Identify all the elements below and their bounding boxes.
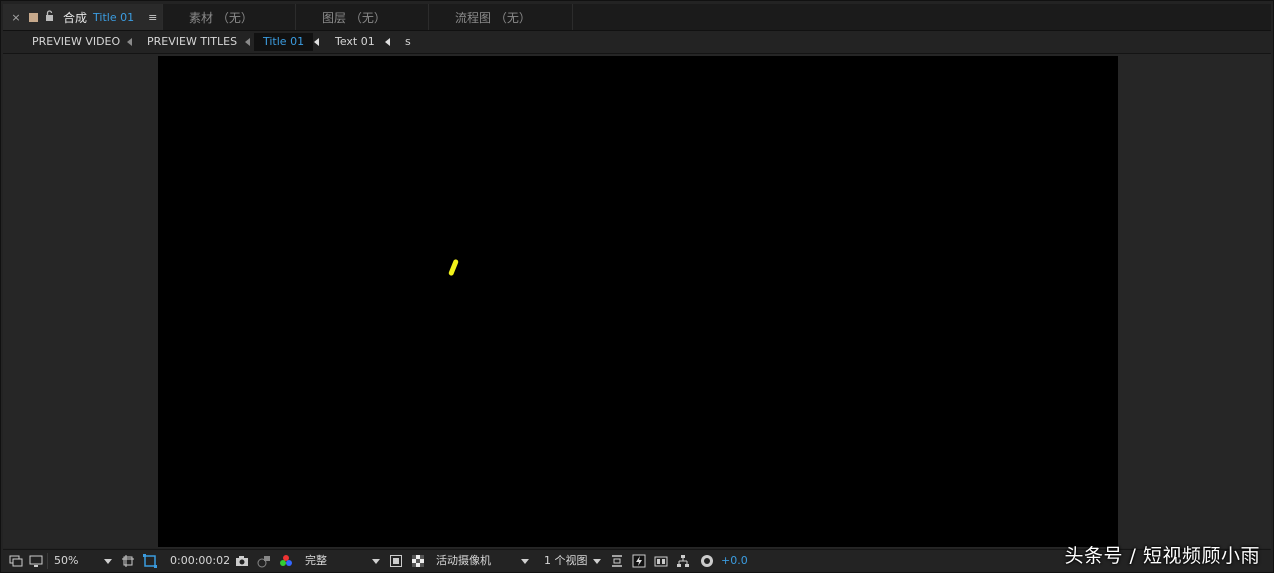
pixel-aspect-icon[interactable] [610, 554, 624, 568]
reset-exposure-icon[interactable] [700, 554, 714, 568]
color-swatch-icon [29, 12, 38, 22]
composition-canvas[interactable] [158, 56, 1118, 547]
composition-breadcrumb: PREVIEW VIDEO PREVIEW TITLES Title 01 Te… [3, 31, 1271, 54]
monitor-icon[interactable] [29, 554, 43, 568]
breadcrumb-arrow-icon [385, 38, 390, 46]
fast-draft-icon[interactable] [632, 554, 646, 568]
toolbar-divider [47, 553, 48, 569]
watermark-text: 头条号 / 短视频顾小雨 [1064, 545, 1260, 567]
checkerboard-icon[interactable] [411, 554, 425, 568]
transparency-grid-icon[interactable] [143, 554, 157, 568]
breadcrumb-text-01[interactable]: Text 01 [326, 33, 384, 51]
breadcrumb-title-01[interactable]: Title 01 [254, 33, 314, 51]
magnification-select[interactable]: 50% [54, 550, 78, 572]
camera-snapshot-icon[interactable] [235, 554, 249, 568]
exposure-value[interactable]: +0.0 [721, 550, 748, 572]
breadcrumb-arrow-icon [127, 38, 132, 46]
tab-composition[interactable]: × 合成 Title 01 ≡ [3, 4, 163, 30]
flowchart-icon[interactable] [676, 554, 690, 568]
tab-label: 素材 （无） [189, 10, 253, 25]
chevron-down-icon[interactable] [593, 559, 601, 564]
chevron-down-icon[interactable] [104, 559, 112, 564]
close-icon[interactable]: × [9, 11, 23, 24]
breadcrumb-arrow-icon [314, 38, 319, 46]
tab-label: 图层 （无） [322, 10, 386, 25]
tab-layer[interactable]: 图层 （无） [296, 4, 429, 30]
composition-viewer[interactable] [3, 54, 1271, 548]
camera-view-select[interactable]: 活动摄像机 [436, 550, 491, 572]
chevron-down-icon[interactable] [521, 559, 529, 564]
yellow-stroke-shape[interactable] [447, 258, 460, 277]
breadcrumb-preview-titles[interactable]: PREVIEW TITLES [138, 33, 246, 51]
color-channels-icon[interactable] [279, 554, 293, 568]
always-preview-icon[interactable] [9, 554, 23, 568]
tab-footage[interactable]: 素材 （无） [163, 4, 296, 30]
fast-previews-icon[interactable] [389, 554, 403, 568]
current-time-display[interactable]: 0:00:00:02 [170, 550, 230, 572]
resolution-select[interactable]: 完整 [305, 550, 327, 572]
region-of-interest-icon[interactable] [121, 554, 135, 568]
view-layout-select[interactable]: 1 个视图 [544, 550, 588, 572]
show-snapshot-icon[interactable] [257, 554, 271, 568]
lock-icon[interactable] [45, 10, 54, 24]
composition-panel: × 合成 Title 01 ≡ 素材 （无） 图层 （无） 流程图 （无） PR… [0, 0, 1274, 573]
chevron-down-icon[interactable] [372, 559, 380, 564]
breadcrumb-preview-video[interactable]: PREVIEW VIDEO [23, 33, 129, 51]
tab-composition-name: Title 01 [93, 10, 135, 24]
panel-tab-bar: × 合成 Title 01 ≡ 素材 （无） 图层 （无） 流程图 （无） [3, 4, 1271, 31]
tab-flowchart[interactable]: 流程图 （无） [429, 4, 573, 30]
breadcrumb-s[interactable]: s [396, 33, 420, 51]
tab-label: 合成 [63, 10, 88, 25]
timeline-icon[interactable] [654, 554, 668, 568]
panel-menu-icon[interactable]: ≡ [148, 11, 157, 24]
breadcrumb-arrow-icon [245, 38, 250, 46]
tab-label: 流程图 （无） [455, 10, 531, 25]
